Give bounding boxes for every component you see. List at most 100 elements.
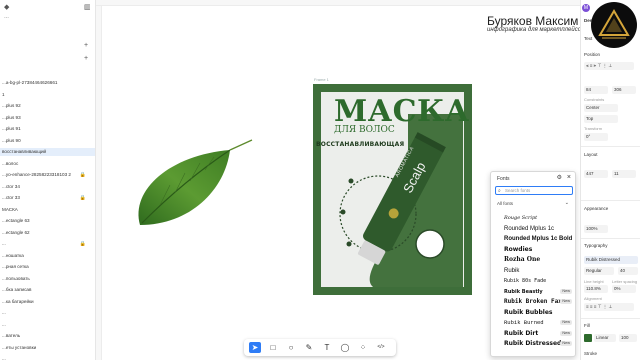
poster-subtitle[interactable]: ДЛЯ ВОЛОС (334, 125, 395, 135)
font-option[interactable]: Rubik Dirt New (504, 329, 574, 339)
font-option[interactable]: Rozha One (504, 255, 574, 265)
text-icon[interactable]: T (321, 342, 333, 353)
layer-item[interactable]: ...ectangle 63 (0, 217, 95, 225)
leaf-image[interactable] (130, 135, 260, 235)
height-input[interactable]: 11 (612, 170, 636, 178)
layer-item[interactable]: восстанавливающий (0, 148, 95, 156)
fill-opacity[interactable]: 100 (619, 334, 637, 342)
layer-item[interactable]: ...ctor 34 (0, 183, 95, 191)
layer-item[interactable]: ...еты установки (0, 344, 95, 352)
layer-label: ...ватель (2, 333, 21, 338)
layers-panel: ◆ ▥ … + + ...a-bg-pl-27384464626661 1 ...p… (0, 0, 96, 360)
layer-label: ...yo-enhance-28258223318103 2 (2, 172, 71, 177)
layer-label: ... (2, 321, 6, 327)
layer-item[interactable]: ... 🔒 (0, 240, 95, 248)
layer-item[interactable]: ...бка записав (0, 286, 95, 294)
layer-item[interactable]: ...yo-enhance-28258223318103 2 🔒 (0, 171, 95, 179)
font-weight-select[interactable]: Regular (584, 267, 614, 275)
font-option-label: Rubik Burned (504, 319, 544, 326)
font-family-select[interactable]: Rubik Distressed (584, 256, 638, 264)
layer-item[interactable]: ...ка батарейки (0, 298, 95, 306)
font-option[interactable]: Rubik Beastly New (504, 287, 574, 297)
add-layer-icon[interactable]: + (84, 55, 88, 62)
code-icon[interactable]: </> (375, 342, 387, 353)
layer-item[interactable]: ...ватель (0, 332, 95, 340)
components-icon[interactable]: ⁘ (357, 342, 369, 353)
rotation-input[interactable]: 0° (584, 133, 608, 141)
avatar[interactable]: М (582, 4, 590, 12)
alignment-buttons[interactable]: ⫷ ≡ ⫸ ⊤ ⋮ ⊥ (584, 62, 634, 70)
v-constraint-select[interactable]: Top (584, 115, 618, 123)
font-filter-select[interactable]: All fonts (497, 201, 513, 206)
fill-swatch[interactable] (584, 334, 592, 342)
layer-item[interactable]: ... (0, 321, 95, 329)
lock-icon[interactable]: 🔒 (80, 171, 86, 179)
design-app: ◆ ▥ … + + ...a-bg-pl-27384464626661 1 ...p… (0, 0, 640, 360)
letter-spacing-input[interactable]: 0% (612, 285, 636, 293)
divider (581, 200, 640, 201)
layer-label: ...волос (2, 160, 19, 166)
layer-item[interactable]: ... (0, 355, 95, 360)
poster-title[interactable]: МАСКА (334, 94, 470, 129)
font-option[interactable]: Rowdies (504, 245, 574, 255)
font-size-input[interactable]: 40 (618, 267, 638, 275)
opacity-input[interactable]: 100% (584, 225, 608, 233)
alignment-label: Alignment (584, 296, 602, 301)
layer-item[interactable]: ...plus 92 (0, 102, 95, 110)
font-option[interactable]: Rubik (504, 266, 574, 276)
layer-label: ...пользовать (2, 275, 30, 281)
pointer-icon[interactable]: ➤ (249, 342, 261, 353)
font-option[interactable]: Rubik Broken Fax New (504, 297, 574, 307)
layer-item[interactable]: ...рная сетка (0, 263, 95, 271)
layer-item[interactable]: ...plus 91 (0, 125, 95, 133)
gear-icon[interactable]: ⚙ (557, 174, 562, 181)
line-height-input[interactable]: 110.8% (584, 285, 608, 293)
font-option[interactable]: Rubik 80s Fade (504, 276, 574, 286)
layer-item[interactable]: ...ctor 33 🔒 (0, 194, 95, 202)
layer-item[interactable]: ...a-bg-pl-27384464626661 (0, 79, 95, 87)
file-name[interactable]: … (4, 14, 9, 20)
font-option[interactable]: Rounded Mplus 1c Bold (504, 234, 574, 244)
font-option[interactable]: Rounded Mplus 1c (504, 224, 574, 234)
font-option-label: Rubik Beastly (504, 288, 543, 295)
layer-item[interactable]: ... (0, 309, 95, 317)
add-page-icon[interactable]: + (84, 42, 88, 49)
pen-icon[interactable]: ✎ (303, 342, 315, 353)
font-option[interactable]: Rubik Distressed New (504, 339, 574, 349)
comment-icon[interactable]: ◯ (339, 342, 351, 353)
sidebar-toggle-icon[interactable]: ▥ (84, 3, 91, 11)
x-input[interactable]: 84 (584, 86, 608, 94)
rectangle-icon[interactable]: □ (267, 342, 279, 353)
font-option-label: Rubik Broken Fax (504, 298, 562, 305)
close-icon[interactable]: × (567, 174, 571, 181)
font-search-input[interactable]: ⌕ Search fonts (495, 186, 573, 195)
logo-icon[interactable]: ◆ (4, 3, 9, 11)
ellipse-icon[interactable]: ○ (285, 342, 297, 353)
layer-item[interactable]: ...ectangle 62 (0, 229, 95, 237)
layer-item[interactable]: ...ношатка (0, 252, 95, 260)
poster-tag[interactable]: ВОССТАНАВЛИВАЮЩАЯ (316, 141, 404, 148)
layer-item[interactable]: ...волос (0, 160, 95, 168)
letter-spacing-label: Letter spacing (612, 279, 638, 284)
layer-item[interactable]: МАСКА (0, 206, 95, 214)
lock-icon[interactable]: 🔒 (80, 240, 86, 248)
pyramid-logo-icon (598, 9, 630, 39)
text-align-buttons[interactable]: ≡ ≡ ≡ ⊤ ⋮ ⊥ (584, 303, 634, 311)
width-input[interactable]: 447 (584, 170, 608, 178)
lock-icon[interactable]: 🔒 (80, 194, 86, 202)
layer-label: ...ectangle 63 (2, 218, 30, 223)
font-option[interactable]: Rouge Script (504, 213, 574, 223)
h-constraint-select[interactable]: Center (584, 104, 618, 112)
layer-item[interactable]: ...plus 90 (0, 137, 95, 145)
layer-item[interactable]: ...пользовать (0, 275, 95, 283)
layer-item[interactable]: ...plus 93 (0, 114, 95, 122)
layer-item[interactable]: 1 (0, 91, 95, 99)
ruler-vertical (96, 6, 102, 360)
font-option[interactable]: Rubik Burned New (504, 318, 574, 328)
layer-label: ...ctor 34 (2, 183, 20, 189)
font-option[interactable]: Rubik Bubbles (504, 308, 574, 318)
layer-label: ...еты установки (2, 344, 37, 350)
fill-type[interactable]: Linear (594, 334, 616, 342)
layer-label: ...ношатка (2, 252, 24, 258)
y-input[interactable]: 306 (612, 86, 636, 94)
